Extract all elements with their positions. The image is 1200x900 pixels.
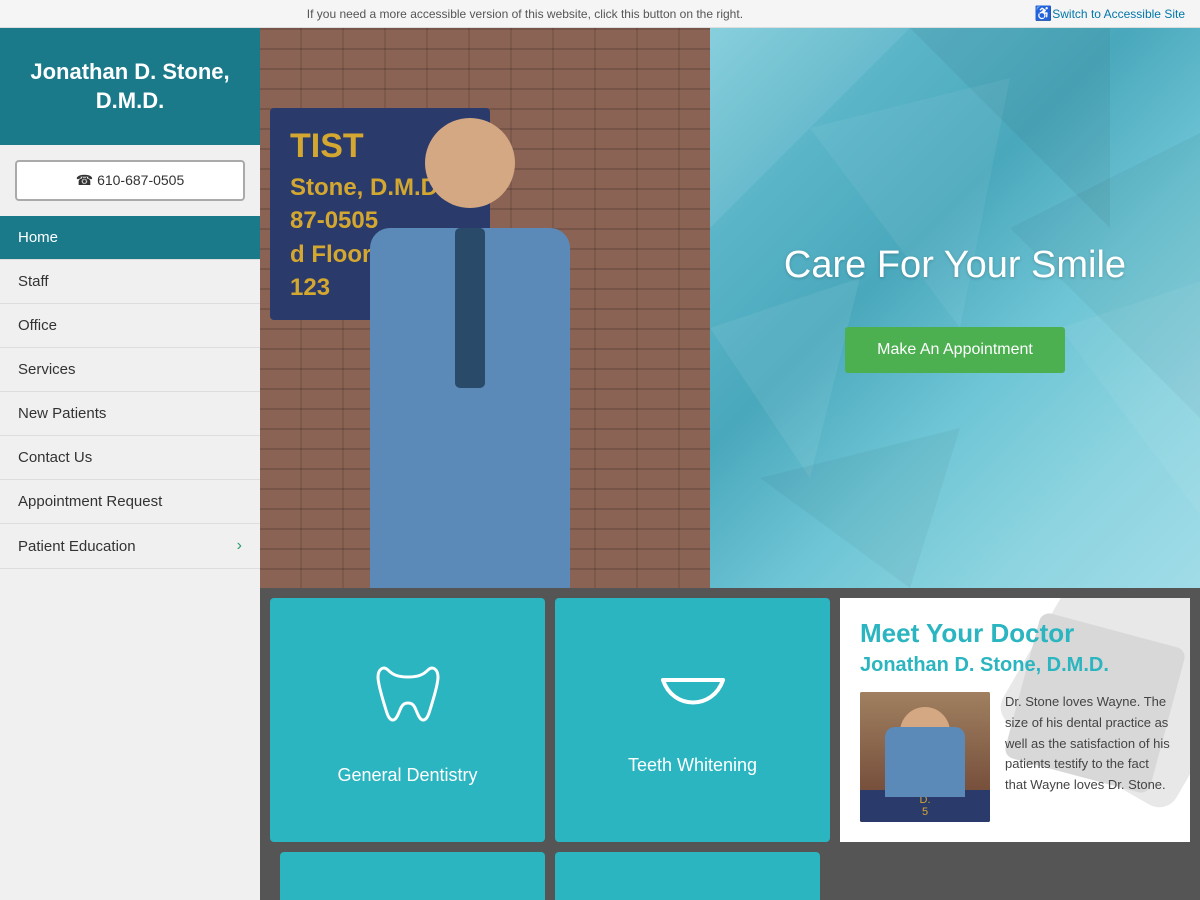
doctor-name-header: Jonathan D. Stone,D.M.D. (30, 59, 229, 113)
accessibility-message: If you need a more accessible version of… (15, 7, 1035, 21)
accessibility-bar: If you need a more accessible version of… (0, 0, 1200, 28)
nav-item-staff[interactable]: Staff (0, 260, 260, 304)
doctor-panel: Meet Your Doctor Jonathan D. Stone, D.M.… (840, 598, 1190, 842)
tooth-svg (368, 655, 448, 735)
service-card-teeth-whitening[interactable]: Teeth Whitening (555, 598, 830, 842)
smile-svg (653, 665, 733, 725)
service-card-3[interactable] (280, 852, 545, 900)
accessible-site-link[interactable]: Switch to Accessible Site (1052, 7, 1185, 21)
doctor-body-small (885, 727, 965, 797)
teeth-whitening-label: Teeth Whitening (628, 755, 757, 776)
accessibility-icon: ♿ (1035, 5, 1052, 22)
hero-right-panel: Care For Your Smile Make An Appointment (710, 28, 1200, 588)
nav-item-home[interactable]: Home (0, 216, 260, 260)
smile-icon (653, 665, 733, 735)
bottom-right-space (830, 852, 1180, 900)
content-area: General Dentistry Teeth Whitening (260, 588, 1200, 900)
service-card-general-dentistry[interactable]: General Dentistry (270, 598, 545, 842)
meet-doctor-title: Meet Your Doctor (860, 618, 1170, 649)
doctor-name: Jonathan D. Stone, D.M.D. (860, 654, 1170, 677)
service-cards-row: General Dentistry Teeth Whitening (270, 598, 1190, 842)
person-head (425, 118, 515, 208)
doctor-figure (320, 88, 620, 588)
hero-photo-bg: TIST Stone, D.M.D. 87-0505 d Floor 123 (260, 28, 710, 588)
chevron-right-icon: › (237, 537, 242, 555)
person-tie (455, 228, 485, 388)
hero-section: TIST Stone, D.M.D. 87-0505 d Floor 123 (260, 28, 1200, 588)
phone-button[interactable]: ☎ 610-687-0505 (15, 160, 245, 201)
nav-item-services[interactable]: Services (0, 348, 260, 392)
sidebar: Jonathan D. Stone,D.M.D. ☎ 610-687-0505 … (0, 28, 260, 900)
nav-item-new-patients[interactable]: New Patients (0, 392, 260, 436)
hero-title: Care For Your Smile (784, 244, 1126, 287)
geometric-bg-svg (710, 28, 1200, 588)
geo-shapes-bg (710, 28, 1200, 588)
nav-item-office[interactable]: Office (0, 304, 260, 348)
appointment-button[interactable]: Make An Appointment (845, 327, 1065, 373)
main-layout: Jonathan D. Stone,D.M.D. ☎ 610-687-0505 … (0, 28, 1200, 900)
hero-photo: TIST Stone, D.M.D. 87-0505 d Floor 123 (260, 28, 710, 588)
nav-item-contact-us[interactable]: Contact Us (0, 436, 260, 480)
doctor-description: Dr. Stone loves Wayne. The size of his d… (1005, 692, 1170, 822)
tooth-icon (368, 655, 448, 745)
doctor-photo-inner: D.5 (860, 692, 990, 822)
sidebar-header: Jonathan D. Stone,D.M.D. (0, 28, 260, 145)
nav-item-appointment-request[interactable]: Appointment Request (0, 480, 260, 524)
doctor-content: D.5 Dr. Stone loves Wayne. The size of h… (860, 692, 1170, 822)
bottom-service-cards (270, 852, 1190, 900)
service-card-4[interactable] (555, 852, 820, 900)
person-body (370, 228, 570, 588)
main-content: TIST Stone, D.M.D. 87-0505 d Floor 123 (260, 28, 1200, 900)
nav-menu: Home Staff Office Services New Patients … (0, 216, 260, 900)
doctor-photo: D.5 (860, 692, 990, 822)
nav-item-patient-education[interactable]: Patient Education › (0, 524, 260, 569)
general-dentistry-label: General Dentistry (337, 765, 477, 786)
